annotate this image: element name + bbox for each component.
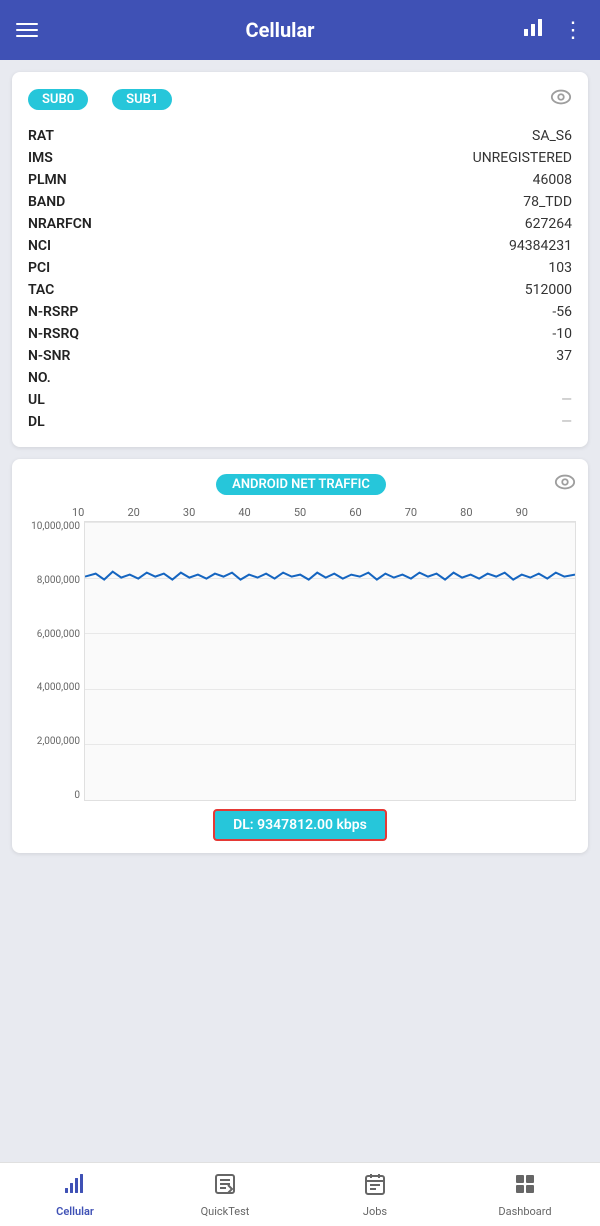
- traffic-chart-card: ANDROID NET TRAFFIC 10 20 30 40 50 60 70 80 90 1…: [12, 459, 588, 853]
- info-table: RATSA_S6IMSUNREGISTEREDPLMN46008BAND78_T…: [28, 125, 572, 433]
- chart-visibility-icon[interactable]: [554, 471, 576, 498]
- header-actions: ⋮: [522, 15, 584, 45]
- chart-x-label: 90: [516, 506, 528, 519]
- visibility-icon[interactable]: [550, 86, 572, 113]
- info-label: PCI: [28, 260, 138, 276]
- info-label: NRARFCN: [28, 216, 138, 232]
- info-row: PCI103: [28, 257, 572, 279]
- info-label: NCI: [28, 238, 138, 254]
- info-value: 78_TDD: [138, 194, 572, 210]
- info-row: N-SNR37: [28, 345, 572, 367]
- quicktest-nav-label: QuickTest: [201, 1205, 250, 1218]
- info-label: N-RSRP: [28, 304, 138, 320]
- sub-badges: SUB0 SUB1: [28, 89, 172, 110]
- chart-x-label: 20: [127, 506, 139, 519]
- info-value: 627264: [138, 216, 572, 232]
- chart-y-label: 6,000,000: [37, 629, 80, 640]
- chart-x-label: 70: [405, 506, 417, 519]
- cellular-nav-icon: [63, 1172, 87, 1202]
- info-value: -56: [138, 304, 572, 320]
- info-label: N-SNR: [28, 348, 138, 364]
- info-value: —: [138, 392, 572, 408]
- info-row: RATSA_S6: [28, 125, 572, 147]
- info-row: IMSUNREGISTERED: [28, 147, 572, 169]
- sub1-badge[interactable]: SUB1: [112, 89, 172, 110]
- chart-y-labels: 10,000,000 8,000,000 6,000,000 4,000,000 2,0…: [24, 521, 84, 801]
- chart-y-label: 2,000,000: [37, 736, 80, 747]
- info-row: N-RSRQ-10: [28, 323, 572, 345]
- jobs-nav-label: Jobs: [363, 1205, 387, 1218]
- sub-badges-row: SUB0 SUB1: [28, 86, 572, 113]
- cellular-nav-label: Cellular: [56, 1205, 94, 1218]
- jobs-nav-icon: [363, 1172, 387, 1202]
- info-row: NCI94384231: [28, 235, 572, 257]
- info-row: BAND78_TDD: [28, 191, 572, 213]
- info-row: DL—: [28, 411, 572, 433]
- info-row: PLMN46008: [28, 169, 572, 191]
- nav-quicktest[interactable]: QuickTest: [150, 1164, 300, 1226]
- info-row: UL—: [28, 389, 572, 411]
- traffic-waveform: [85, 522, 575, 800]
- grid-line-bottom: [85, 800, 575, 801]
- info-value: -10: [138, 326, 572, 342]
- chart-body: 10,000,000 8,000,000 6,000,000 4,000,000 2,0…: [24, 521, 576, 801]
- info-label: UL: [28, 392, 138, 408]
- info-label: IMS: [28, 150, 138, 166]
- info-value: 94384231: [138, 238, 572, 254]
- info-label: PLMN: [28, 172, 138, 188]
- dashboard-nav-icon: [513, 1172, 537, 1202]
- chart-x-label: 80: [460, 506, 472, 519]
- main-content: SUB0 SUB1 RATSA_S6IMSUNREGISTEREDPLMN460…: [0, 60, 600, 951]
- info-row: NO.: [28, 367, 572, 389]
- info-label: BAND: [28, 194, 138, 210]
- info-value: 512000: [138, 282, 572, 298]
- chart-x-labels: 10 20 30 40 50 60 70 80 90: [24, 506, 576, 519]
- info-label: N-RSRQ: [28, 326, 138, 342]
- info-row: N-RSRP-56: [28, 301, 572, 323]
- android-net-traffic-badge: ANDROID NET TRAFFIC: [216, 474, 386, 495]
- dashboard-nav-label: Dashboard: [498, 1205, 551, 1218]
- chart-x-label: 60: [349, 506, 361, 519]
- nav-jobs[interactable]: Jobs: [300, 1164, 450, 1226]
- cellular-info-card: SUB0 SUB1 RATSA_S6IMSUNREGISTEREDPLMN460…: [12, 72, 588, 447]
- chart-y-label: 10,000,000: [31, 521, 80, 532]
- chart-y-label: 8,000,000: [37, 575, 80, 586]
- nav-dashboard[interactable]: Dashboard: [450, 1164, 600, 1226]
- info-row: NRARFCN627264: [28, 213, 572, 235]
- page-title: Cellular: [246, 18, 315, 42]
- chart-x-label: 10: [72, 506, 84, 519]
- chart-y-label: 4,000,000: [37, 682, 80, 693]
- info-value: 103: [138, 260, 572, 276]
- nav-cellular[interactable]: Cellular: [0, 1164, 150, 1226]
- bottom-nav: Cellular QuickTest Jobs Dashboard: [0, 1162, 600, 1226]
- chart-x-label: 50: [294, 506, 306, 519]
- info-label: NO.: [28, 370, 138, 386]
- dl-badge-container: DL: 9347812.00 kbps: [24, 809, 576, 841]
- info-value: 37: [138, 348, 572, 364]
- info-value: SA_S6: [138, 128, 572, 144]
- dl-speed-badge: DL: 9347812.00 kbps: [213, 809, 387, 841]
- app-header: Cellular ⋮: [0, 0, 600, 60]
- quicktest-nav-icon: [213, 1172, 237, 1202]
- chart-x-label: 30: [183, 506, 195, 519]
- sub0-badge[interactable]: SUB0: [28, 89, 88, 110]
- chart-area: 10 20 30 40 50 60 70 80 90 10,000,000 8,000,000 6,…: [24, 506, 576, 801]
- chart-x-label: 40: [238, 506, 250, 519]
- info-label: TAC: [28, 282, 138, 298]
- info-label: DL: [28, 414, 138, 430]
- info-value: UNREGISTERED: [138, 150, 572, 166]
- chart-plot: [84, 521, 576, 801]
- info-label: RAT: [28, 128, 138, 144]
- signal-chart-icon[interactable]: [522, 15, 546, 45]
- more-options-icon[interactable]: ⋮: [562, 18, 584, 43]
- chart-y-label: 0: [74, 790, 80, 801]
- chart-badge-row: ANDROID NET TRAFFIC: [48, 474, 554, 495]
- info-value: 46008: [138, 172, 572, 188]
- info-row: TAC512000: [28, 279, 572, 301]
- chart-header: ANDROID NET TRAFFIC: [24, 471, 576, 498]
- info-value: —: [138, 414, 572, 430]
- menu-icon[interactable]: [16, 23, 38, 37]
